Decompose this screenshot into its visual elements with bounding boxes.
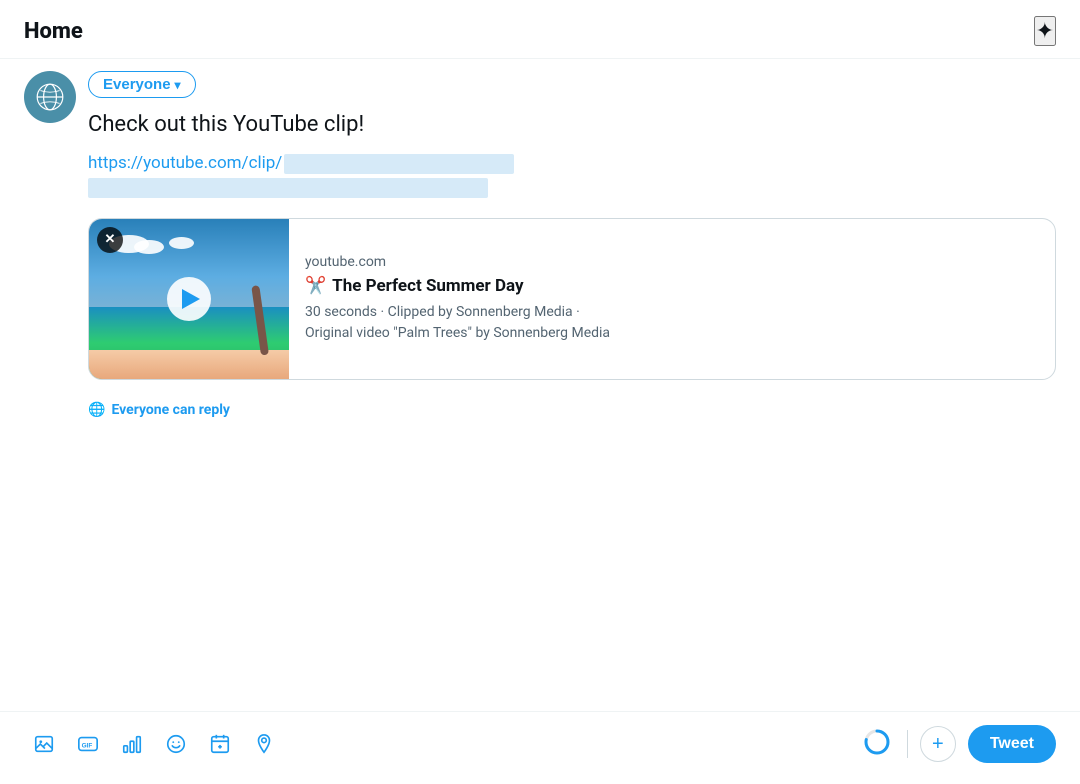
preview-title: ✂️ The Perfect Summer Day: [305, 276, 1039, 296]
add-location-button[interactable]: [244, 724, 284, 764]
reply-setting-label: Everyone can reply: [111, 402, 230, 418]
preview-meta-line1: 30 seconds · Clipped by Sonnenberg Media…: [305, 304, 580, 320]
globe-icon: 🌐: [88, 402, 105, 418]
preview-info: youtube.com ✂️ The Perfect Summer Day 30…: [289, 219, 1055, 379]
toolbar-left: GIF: [24, 724, 284, 764]
preview-meta-line2: Original video "Palm Trees" by Sonnenber…: [305, 325, 610, 341]
close-preview-button[interactable]: ✕: [97, 227, 123, 253]
toolbar-right: + Tweet: [863, 725, 1056, 763]
schedule-button[interactable]: [200, 724, 240, 764]
preview-thumbnail: ✕: [89, 219, 289, 379]
add-tweet-button[interactable]: +: [920, 726, 956, 762]
audience-dropdown[interactable]: Everyone ▾: [88, 71, 196, 98]
add-emoji-button[interactable]: [156, 724, 196, 764]
audience-label: Everyone: [103, 76, 171, 93]
preview-source: youtube.com: [305, 254, 1039, 270]
preview-card: ✕ youtube.com ✂️ The Perfect Summer Day …: [88, 218, 1056, 380]
add-image-button[interactable]: [24, 724, 64, 764]
add-poll-button[interactable]: [112, 724, 152, 764]
tweet-text: Check out this YouTube clip!: [88, 110, 1056, 141]
add-gif-button[interactable]: GIF: [68, 724, 108, 764]
url-link[interactable]: https://youtube.com/clip/: [88, 153, 282, 173]
svg-text:GIF: GIF: [82, 743, 93, 750]
preview-meta: 30 seconds · Clipped by Sonnenberg Media…: [305, 302, 1039, 344]
reply-setting[interactable]: 🌐 Everyone can reply: [88, 402, 1056, 418]
preview-title-text: The Perfect Summer Day: [332, 276, 523, 296]
toolbar-divider: [907, 730, 908, 758]
page-title: Home: [24, 19, 83, 44]
play-button[interactable]: [167, 277, 211, 321]
tweet-button[interactable]: Tweet: [968, 725, 1056, 763]
url-area[interactable]: https://youtube.com/clip/: [88, 153, 1056, 198]
character-counter: [863, 728, 895, 760]
url-second-line: [88, 178, 488, 198]
plus-icon: +: [932, 733, 944, 756]
chevron-down-icon: ▾: [175, 78, 181, 92]
play-icon: [182, 289, 200, 309]
compose-toolbar: GIF: [0, 711, 1080, 784]
avatar: [24, 71, 76, 123]
sparkle-button[interactable]: ✦: [1034, 16, 1056, 46]
url-redacted: [284, 154, 514, 174]
scissors-icon: ✂️: [305, 276, 326, 296]
